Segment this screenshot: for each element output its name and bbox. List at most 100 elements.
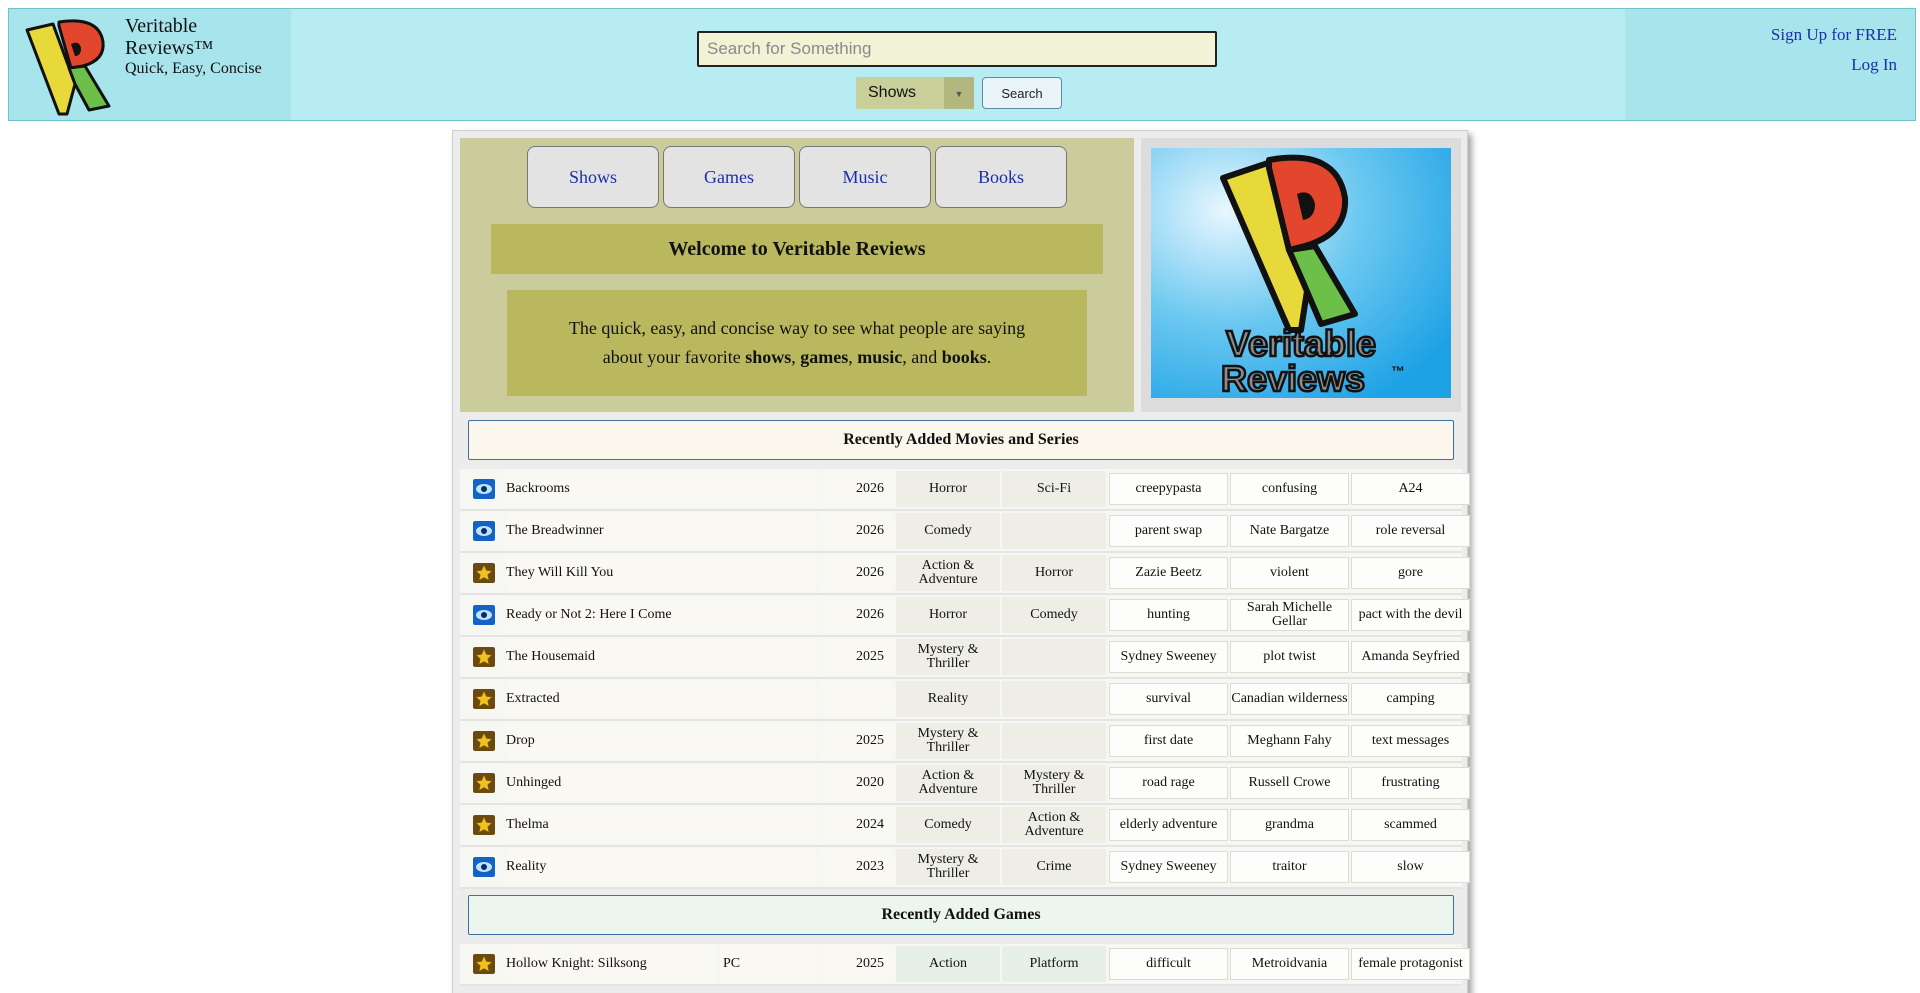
tab-books[interactable]: Books (935, 146, 1067, 208)
row-genre-secondary[interactable] (1002, 723, 1106, 759)
row-tag[interactable]: Amanda Seyfried (1351, 641, 1470, 673)
row-genre-secondary[interactable] (1002, 681, 1106, 717)
row-genre-secondary[interactable] (1002, 513, 1106, 549)
row-tag[interactable]: first date (1109, 725, 1228, 757)
row-tag[interactable]: grandma (1230, 809, 1349, 841)
row-tag[interactable]: Metroidvania (1230, 948, 1349, 980)
row-genre-primary[interactable]: Reality (896, 681, 1000, 717)
row-title[interactable]: Ready or Not 2: Here I Come (506, 597, 816, 633)
row-title[interactable]: The Breadwinner (506, 513, 816, 549)
tab-games[interactable]: Games (663, 146, 795, 208)
row-genre-primary[interactable]: Action & Adventure (896, 555, 1000, 591)
table-row[interactable]: Ready or Not 2: Here I Come 2026 Horror Com… (460, 595, 1470, 637)
row-tag[interactable]: female protagonist (1351, 948, 1470, 980)
row-tag[interactable]: Sydney Sweeney (1109, 641, 1228, 673)
row-tag[interactable]: survival (1109, 683, 1228, 715)
row-genre-primary[interactable]: Mystery & Thriller (896, 849, 1000, 885)
row-tag[interactable]: traitor (1230, 851, 1349, 883)
row-title[interactable]: Extracted (506, 681, 816, 717)
row-title[interactable]: Reality (506, 849, 816, 885)
row-title[interactable]: They Will Kill You (506, 555, 816, 591)
row-tag[interactable]: Russell Crowe (1230, 767, 1349, 799)
vr-logo-icon[interactable] (19, 14, 117, 116)
search-button[interactable]: Search (982, 77, 1062, 109)
row-genre-primary[interactable]: Comedy (896, 807, 1000, 843)
blue-eye-icon[interactable] (469, 513, 499, 549)
row-tag[interactable]: creepypasta (1109, 473, 1228, 505)
signup-link[interactable]: Sign Up for FREE (1771, 25, 1897, 45)
gold-star-icon[interactable] (469, 681, 499, 717)
category-select[interactable]: Shows ▼ (856, 77, 974, 109)
row-title[interactable]: Unhinged (506, 765, 816, 801)
table-row[interactable]: Unhinged 2020 Action & Adventure Mystery & … (460, 763, 1470, 805)
row-genre-secondary[interactable]: Crime (1002, 849, 1106, 885)
row-tag[interactable]: elderly adventure (1109, 809, 1228, 841)
row-tag[interactable]: Sydney Sweeney (1109, 851, 1228, 883)
gold-star-icon[interactable] (469, 946, 499, 982)
row-genre-secondary[interactable]: Sci-Fi (1002, 471, 1106, 507)
row-genre-secondary[interactable] (1002, 639, 1106, 675)
row-tag[interactable]: camping (1351, 683, 1470, 715)
row-tag[interactable]: Meghann Fahy (1230, 725, 1349, 757)
row-genre-primary[interactable]: Action (896, 946, 1000, 982)
search-input[interactable] (697, 31, 1217, 67)
gold-star-icon[interactable] (469, 723, 499, 759)
row-tag[interactable]: parent swap (1109, 515, 1228, 547)
row-tag[interactable]: A24 (1351, 473, 1470, 505)
row-tag[interactable]: confusing (1230, 473, 1349, 505)
table-row[interactable]: Hollow Knight: Silksong PC 2025 Action Platf… (460, 944, 1470, 986)
row-tag[interactable]: Canadian wilderness (1230, 683, 1349, 715)
table-row[interactable]: Thelma 2024 Comedy Action & Adventure elderl… (460, 805, 1470, 847)
row-tag[interactable]: Sarah Michelle Gellar (1230, 599, 1349, 631)
gold-star-icon[interactable] (469, 555, 499, 591)
table-row[interactable]: Extracted Reality survival Canadian wildern… (460, 679, 1470, 721)
row-tag[interactable]: role reversal (1351, 515, 1470, 547)
row-tag[interactable]: scammed (1351, 809, 1470, 841)
row-tag[interactable]: hunting (1109, 599, 1228, 631)
tab-music[interactable]: Music (799, 146, 931, 208)
gold-star-icon[interactable] (469, 639, 499, 675)
row-tag[interactable]: plot twist (1230, 641, 1349, 673)
row-tag[interactable]: gore (1351, 557, 1470, 589)
row-genre-secondary[interactable]: Horror (1002, 555, 1106, 591)
row-genre-secondary[interactable]: Mystery & Thriller (1002, 765, 1106, 801)
row-genre-secondary[interactable]: Action & Adventure (1002, 807, 1106, 843)
row-title[interactable]: The Housemaid (506, 639, 816, 675)
table-row[interactable]: Reality 2023 Mystery & Thriller Crime Sydney… (460, 847, 1470, 889)
row-title[interactable]: Drop (506, 723, 816, 759)
table-row[interactable]: They Will Kill You 2026 Action & Adventure… (460, 553, 1470, 595)
row-title[interactable]: Hollow Knight: Silksong (506, 946, 716, 982)
gold-star-icon[interactable] (469, 807, 499, 843)
row-title[interactable]: Backrooms (506, 471, 816, 507)
row-tag[interactable]: Zazie Beetz (1109, 557, 1228, 589)
row-genre-primary[interactable]: Mystery & Thriller (896, 639, 1000, 675)
row-genre-primary[interactable]: Comedy (896, 513, 1000, 549)
row-genre-secondary[interactable]: Platform (1002, 946, 1106, 982)
row-genre-primary[interactable]: Mystery & Thriller (896, 723, 1000, 759)
row-tag[interactable]: pact with the devil (1351, 599, 1470, 631)
row-title[interactable]: Thelma (506, 807, 816, 843)
blue-eye-icon[interactable] (469, 597, 499, 633)
row-tag[interactable]: road rage (1109, 767, 1228, 799)
blue-eye-icon[interactable] (469, 471, 499, 507)
login-link[interactable]: Log In (1851, 55, 1897, 75)
chevron-down-icon[interactable]: ▼ (944, 77, 974, 109)
row-tag[interactable]: frustrating (1351, 767, 1470, 799)
row-genre-secondary[interactable]: Comedy (1002, 597, 1106, 633)
table-row[interactable]: The Breadwinner 2026 Comedy parent swap Nate… (460, 511, 1470, 553)
tab-shows[interactable]: Shows (527, 146, 659, 208)
row-tag[interactable]: Nate Bargatze (1230, 515, 1349, 547)
row-genre-primary[interactable]: Horror (896, 597, 1000, 633)
row-tag[interactable]: text messages (1351, 725, 1470, 757)
gold-star-icon[interactable] (469, 765, 499, 801)
table-row[interactable]: Backrooms 2026 Horror Sci-Fi creepypasta conf… (460, 469, 1470, 511)
row-genre-primary[interactable]: Horror (896, 471, 1000, 507)
row-tag[interactable]: violent (1230, 557, 1349, 589)
row-tag[interactable]: slow (1351, 851, 1470, 883)
table-row[interactable]: The Housemaid 2025 Mystery & Thriller Sydne… (460, 637, 1470, 679)
row-genre-primary[interactable]: Action & Adventure (896, 765, 1000, 801)
row-tag[interactable]: difficult (1109, 948, 1228, 980)
blue-eye-icon[interactable] (469, 849, 499, 885)
table-row[interactable]: Drop 2025 Mystery & Thriller first date Megh… (460, 721, 1470, 763)
brand-area: Veritable Reviews™ Quick, Easy, Concise (9, 9, 291, 120)
